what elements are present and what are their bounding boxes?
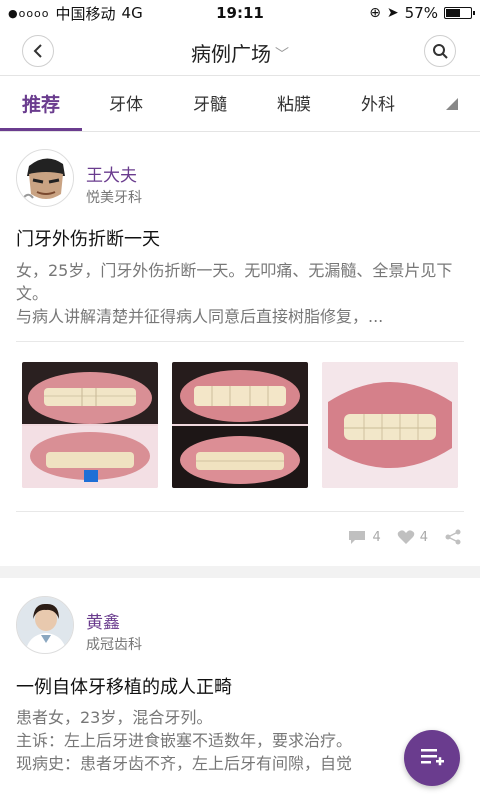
chevron-down-icon: ﹀ <box>275 47 289 63</box>
doctor-avatar-photo <box>17 597 73 653</box>
share-button[interactable] <box>444 528 462 546</box>
case-summary: 患者女，23岁，混合牙列。 主诉：左上后牙进食嵌塞不适数年，要求治疗。 现病史：… <box>16 706 446 775</box>
case-image[interactable] <box>22 362 158 488</box>
like-button[interactable]: 4 <box>397 529 428 545</box>
doctor-avatar-illustration <box>17 150 73 206</box>
compose-icon <box>421 749 444 766</box>
battery-icon <box>444 7 475 19</box>
share-icon <box>445 529 461 545</box>
case-title[interactable]: 门牙外伤折断一天 <box>16 225 160 251</box>
battery-fill <box>446 9 460 17</box>
teeth-photo-front <box>22 362 158 424</box>
tab-recommended[interactable]: 推荐 <box>0 78 82 132</box>
summary-line: 现病史：患者牙齿不齐，左上后牙有间隙，自觉 <box>16 754 353 773</box>
page-title-dropdown[interactable]: 病例广场 ﹀ <box>0 38 480 67</box>
case-card[interactable]: 王大夫 悦美牙科 门牙外伤折断一天 女，25岁，门牙外伤折断一天。无叩痛、无漏髓… <box>0 133 480 566</box>
avatar[interactable] <box>16 149 74 207</box>
avatar[interactable] <box>16 596 74 654</box>
divider <box>16 341 464 342</box>
case-summary: 女，25岁，门牙外伤折断一天。无叩痛、无漏髓、全景片见下文。 与病人讲解清楚并征… <box>16 261 453 326</box>
like-count: 4 <box>419 529 428 545</box>
author-clinic: 成冠齿科 <box>86 637 142 653</box>
tab-surgery[interactable]: 外科 <box>340 78 416 132</box>
new-case-button[interactable] <box>404 730 460 786</box>
tab-dental-body[interactable]: 牙体 <box>88 78 164 132</box>
teeth-photo-after <box>172 426 308 488</box>
location-icon: ➤ <box>386 5 399 21</box>
nav-bar: 病例广场 ﹀ <box>0 26 480 76</box>
tab-dental-pulp[interactable]: 牙髓 <box>172 78 248 132</box>
author-clinic: 悦美牙科 <box>86 190 142 206</box>
case-actions: 4 4 <box>347 528 462 546</box>
tab-indicator <box>0 128 82 131</box>
case-image[interactable] <box>322 362 458 488</box>
summary-line: 患者女，23岁，混合牙列。 <box>16 708 213 727</box>
author-name[interactable]: 黄鑫 <box>86 608 120 633</box>
card-separator <box>0 566 480 578</box>
divider <box>16 511 464 512</box>
page-title: 病例广场 <box>191 42 271 66</box>
search-icon <box>433 44 448 59</box>
search-button[interactable] <box>424 35 456 67</box>
teeth-photo-smile <box>322 362 458 488</box>
comment-icon <box>349 531 366 544</box>
case-title[interactable]: 一例自体牙移植的成人正畸 <box>16 673 232 699</box>
category-tabs: 推荐 牙体 牙髓 粘膜 外科 <box>0 78 480 132</box>
teeth-photo-side <box>22 426 158 488</box>
status-right: ⊕ ➤ 57% <box>369 4 475 22</box>
lock-rotation-icon: ⊕ <box>369 5 381 21</box>
heart-icon <box>397 530 415 544</box>
summary-line: 主诉：左上后牙进食嵌塞不适数年，要求治疗。 <box>16 731 353 750</box>
teeth-photo-before <box>172 362 308 424</box>
comment-count: 4 <box>372 529 381 545</box>
battery-label: 57% <box>404 4 438 22</box>
status-bar: ●oooo 中国移动 4G 19:11 ⊕ ➤ 57% <box>0 0 480 26</box>
tab-mucosa[interactable]: 粘膜 <box>256 78 332 132</box>
author-name[interactable]: 王大夫 <box>86 161 137 186</box>
comment-button[interactable]: 4 <box>347 529 381 545</box>
case-image[interactable] <box>172 362 308 488</box>
more-tabs-icon[interactable] <box>446 98 458 110</box>
